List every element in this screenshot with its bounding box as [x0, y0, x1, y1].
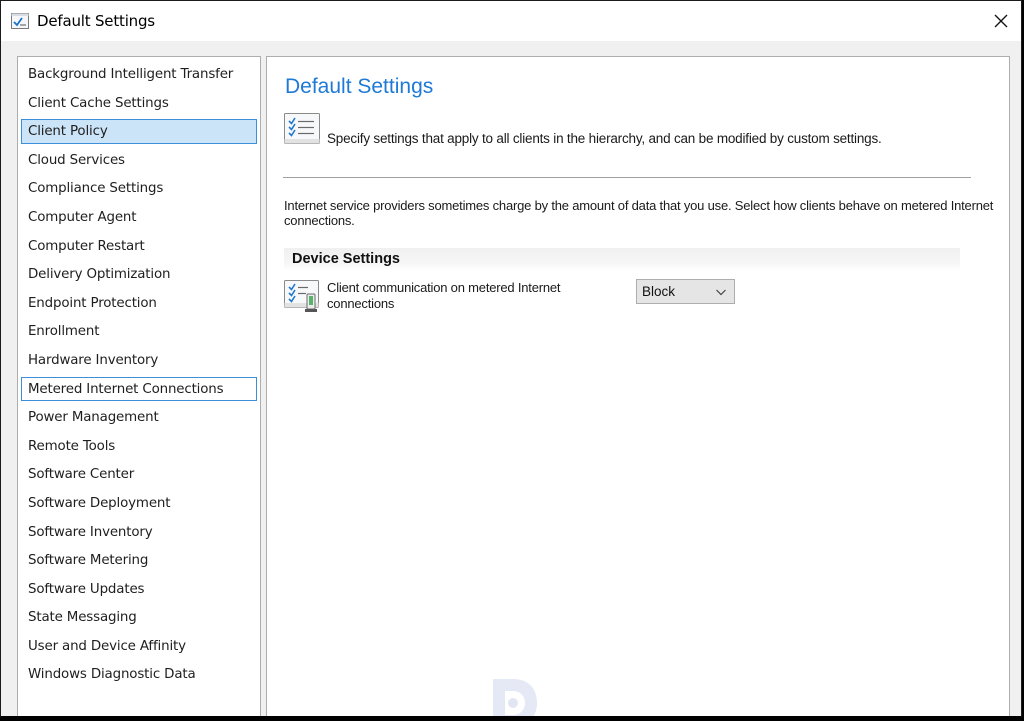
metered-intro-text: Internet service providers sometimes cha… — [284, 198, 994, 228]
sidebar-item-enrollment[interactable]: Enrollment — [21, 319, 257, 344]
section-title: Device Settings — [292, 251, 400, 267]
sidebar-item-metered-internet-connections[interactable]: Metered Internet Connections — [21, 376, 257, 402]
metered-communication-dropdown[interactable]: Block — [636, 279, 735, 304]
settings-category-list: Background Intelligent Transfer Client C… — [17, 56, 261, 716]
metered-connection-setting-icon — [284, 280, 319, 312]
sidebar-item-windows-diagnostic-data[interactable]: Windows Diagnostic Data — [21, 662, 257, 687]
sidebar-item-computer-agent[interactable]: Computer Agent — [21, 205, 257, 230]
window-title: Default Settings — [37, 12, 155, 30]
default-settings-window: Default Settings Background Intelligent … — [0, 0, 1022, 718]
settings-detail-panel: Default Settings Specify settings that a… — [266, 56, 1010, 716]
page-title: Default Settings — [285, 75, 434, 98]
sidebar-item-hardware-inventory[interactable]: Hardware Inventory — [21, 348, 257, 373]
sidebar-item-client-cache-settings[interactable]: Client Cache Settings — [21, 91, 257, 116]
sidebar-item-software-updates[interactable]: Software Updates — [21, 577, 257, 602]
sidebar-item-software-center[interactable]: Software Center — [21, 462, 257, 487]
sidebar-item-software-metering[interactable]: Software Metering — [21, 548, 257, 573]
title-bar: Default Settings — [1, 1, 1021, 41]
close-icon[interactable] — [989, 9, 1013, 33]
sidebar-item-client-policy[interactable]: Client Policy — [21, 119, 257, 144]
sidebar-item-remote-tools[interactable]: Remote Tools — [21, 434, 257, 459]
sidebar-item-state-messaging[interactable]: State Messaging — [21, 605, 257, 630]
sidebar-item-delivery-optimization[interactable]: Delivery Optimization — [21, 262, 257, 287]
category-list: Background Intelligent Transfer Client C… — [18, 57, 260, 687]
sidebar-item-endpoint-protection[interactable]: Endpoint Protection — [21, 291, 257, 316]
sidebar-item-power-management[interactable]: Power Management — [21, 405, 257, 430]
sidebar-item-compliance-settings[interactable]: Compliance Settings — [21, 176, 257, 201]
page-description: Specify settings that apply to all clien… — [327, 131, 882, 146]
sidebar-item-user-and-device-affinity[interactable]: User and Device Affinity — [21, 634, 257, 659]
chevron-down-icon — [716, 289, 726, 296]
sidebar-item-software-inventory[interactable]: Software Inventory — [21, 520, 257, 545]
setting-label-client-communication-metered: Client communication on metered Internet… — [327, 280, 561, 311]
settings-checklist-icon — [11, 13, 29, 29]
dropdown-selected-value: Block — [642, 284, 676, 299]
device-settings-section-header: Device Settings — [284, 248, 960, 270]
header-divider — [283, 177, 971, 178]
sidebar-item-cloud-services[interactable]: Cloud Services — [21, 148, 257, 173]
sidebar-item-background-intelligent-transfer[interactable]: Background Intelligent Transfer — [21, 62, 257, 87]
sidebar-item-software-deployment[interactable]: Software Deployment — [21, 491, 257, 516]
sidebar-item-computer-restart[interactable]: Computer Restart — [21, 234, 257, 259]
settings-checklist-icon — [284, 113, 320, 144]
watermark-logo-icon — [493, 679, 537, 716]
